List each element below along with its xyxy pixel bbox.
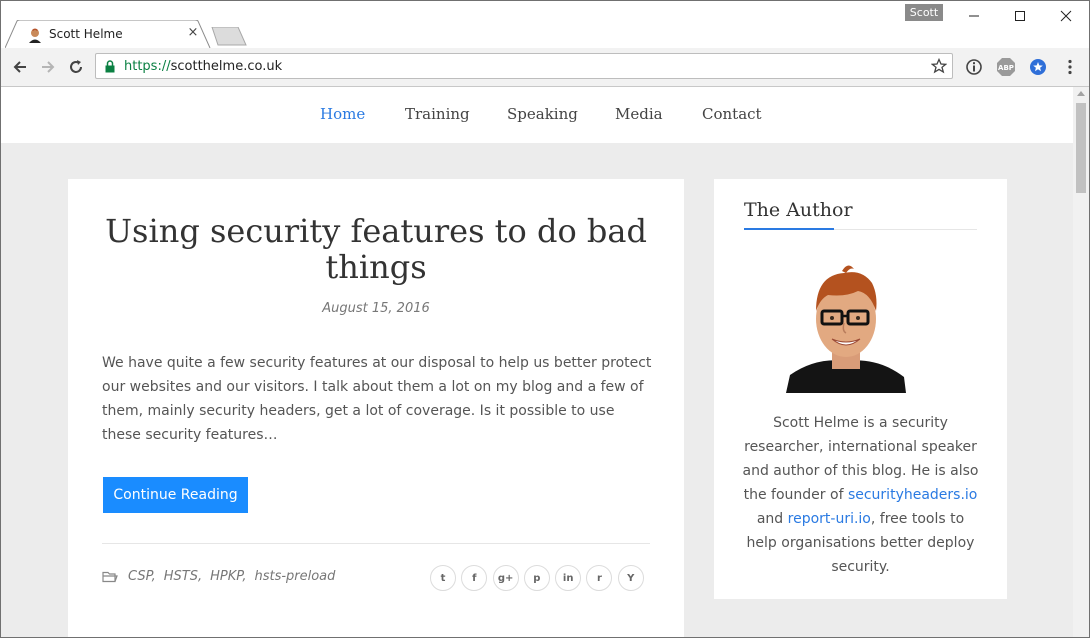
tag-link[interactable]: hsts-preload [254, 569, 335, 584]
url-text[interactable]: https://scotthelme.co.uk [124, 59, 282, 74]
post-excerpt: We have quite a few security features at… [102, 355, 652, 443]
folder-icon [102, 571, 118, 582]
address-bar[interactable]: https://scotthelme.co.uk [95, 53, 953, 79]
scrollbar-thumb[interactable] [1076, 103, 1086, 193]
info-circle-shape [966, 59, 982, 75]
bio-text: and [756, 511, 788, 527]
nav-training[interactable]: Training [405, 105, 470, 123]
nav-home[interactable]: Home [320, 105, 365, 123]
nav-speaking[interactable]: Speaking [507, 105, 578, 123]
reload-button[interactable] [66, 57, 86, 77]
browser-toolbar: https://scotthelme.co.uk ABP [1, 48, 1089, 87]
reload-icon [70, 60, 82, 73]
arrow-right-icon [42, 61, 55, 73]
minimize-icon [969, 15, 979, 17]
profile-badge[interactable]: Scott [905, 4, 943, 21]
nav-media[interactable]: Media [615, 105, 663, 123]
back-button[interactable] [10, 57, 30, 77]
maximize-button[interactable] [997, 1, 1043, 31]
site-favicon-icon [29, 28, 41, 43]
nav-contact[interactable]: Contact [702, 105, 762, 123]
post-title[interactable]: Using security features to do bad things [98, 213, 654, 285]
facebook-icon[interactable]: f [461, 565, 488, 591]
tab-title: Scott Helme [49, 27, 123, 41]
linkedin-icon[interactable]: in [555, 565, 582, 591]
securityheaders-link[interactable]: securityheaders.io [848, 487, 977, 503]
tag-link[interactable]: CSP, [128, 569, 156, 584]
star-badge-shape [1030, 59, 1046, 75]
more-menu-icon[interactable] [1060, 57, 1080, 77]
browser-window: Scott Helme × Scott https://scotthelme.c… [0, 0, 1090, 638]
post-tags: CSP, HSTS, HPKP, hsts-preload [102, 569, 343, 584]
tab-scott-helme[interactable]: Scott Helme × [5, 20, 211, 48]
url-host: scotthelme.co.uk [170, 59, 283, 74]
adblock-octagon-shape: ABP [997, 58, 1015, 76]
info-icon[interactable] [964, 57, 984, 77]
vertical-scrollbar[interactable] [1073, 87, 1089, 637]
report-uri-link[interactable]: report-uri.io [788, 511, 871, 527]
widget-accent-line [744, 228, 834, 230]
tab-close-icon[interactable]: × [185, 25, 201, 41]
title-bar: Scott Helme × Scott [1, 1, 1089, 48]
post-divider [102, 543, 650, 544]
tag-link[interactable]: HSTS, [164, 569, 202, 584]
close-window-button[interactable] [1043, 1, 1089, 31]
new-tab-button[interactable] [210, 27, 248, 47]
star-outline-shape [931, 58, 947, 74]
kebab-dots-shape [1068, 59, 1072, 75]
url-scheme: https:// [124, 59, 171, 74]
arrow-left-icon [13, 61, 26, 73]
scroll-up-arrow-icon[interactable] [1077, 91, 1085, 96]
hacker-news-icon[interactable]: Y [617, 565, 644, 591]
tag-link[interactable]: HPKP, [210, 569, 246, 584]
star-badge-icon[interactable] [1028, 57, 1048, 77]
author-widget: The Author Scott Helme is a security res… [714, 179, 1007, 599]
close-icon [1060, 10, 1072, 22]
share-buttons: t f g+ p in r Y [430, 565, 649, 591]
maximize-icon [1015, 11, 1025, 21]
twitter-icon[interactable]: t [430, 565, 456, 591]
post-date: August 15, 2016 [322, 301, 430, 316]
author-avatar [786, 253, 906, 393]
widget-title: The Author [744, 199, 853, 221]
post-card: Using security features to do bad things… [68, 179, 684, 637]
adblock-icon[interactable]: ABP [996, 57, 1016, 77]
adblock-label: ABP [998, 64, 1014, 72]
author-bio: Scott Helme is a security researcher, in… [740, 411, 981, 579]
reddit-icon[interactable]: r [586, 565, 613, 591]
site-navigation: Home Training Speaking Media Contact [1, 87, 1073, 143]
bookmark-star-icon[interactable] [930, 57, 948, 75]
continue-reading-button[interactable]: Continue Reading [103, 477, 248, 513]
lock-icon [105, 60, 115, 73]
google-plus-icon[interactable]: g+ [492, 565, 519, 591]
page-viewport: Home Training Speaking Media Contact Usi… [1, 87, 1073, 637]
forward-button[interactable] [38, 57, 58, 77]
minimize-button[interactable] [951, 1, 997, 31]
pinterest-icon[interactable]: p [523, 565, 550, 591]
